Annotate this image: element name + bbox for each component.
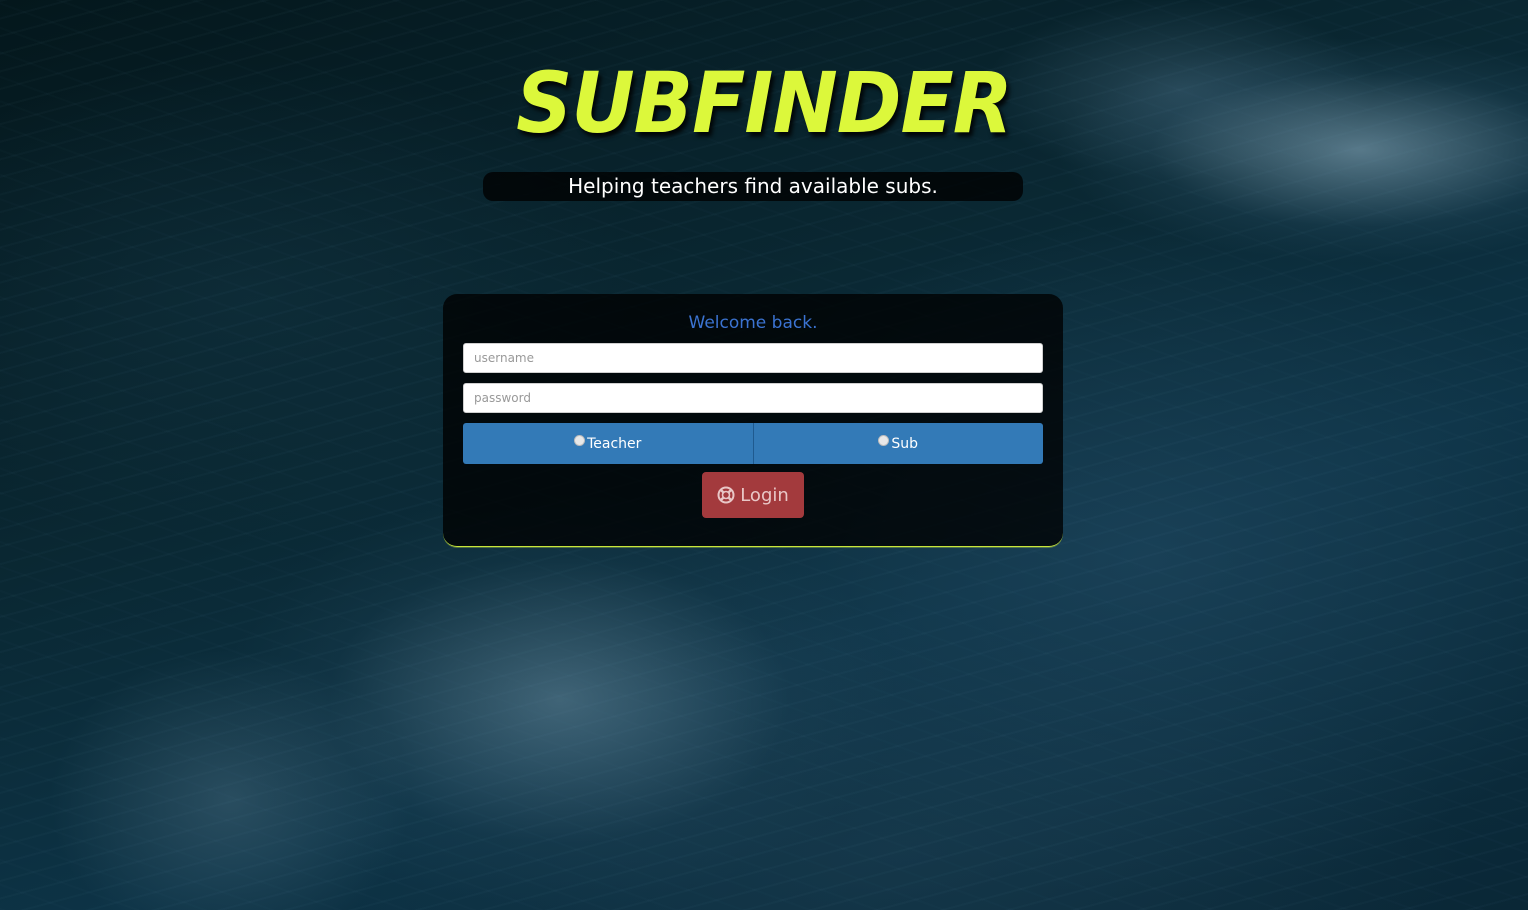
login-panel: Welcome back. Teacher Sub Login	[443, 294, 1063, 547]
role-sub-button[interactable]: Sub	[752, 423, 1043, 464]
login-button-label: Login	[740, 484, 789, 506]
login-button[interactable]: Login	[702, 472, 804, 518]
role-teacher-button[interactable]: Teacher	[463, 423, 753, 464]
app-logo: SUBFINDER	[516, 55, 1013, 153]
username-input[interactable]	[463, 343, 1043, 373]
tagline: Helping teachers find available subs.	[483, 172, 1023, 201]
teacher-radio[interactable]	[574, 435, 586, 446]
password-input[interactable]	[463, 383, 1043, 413]
role-sub-label: Sub	[891, 435, 919, 452]
welcome-message: Welcome back.	[688, 313, 818, 333]
role-teacher-label: Teacher	[587, 435, 642, 452]
sub-radio[interactable]	[878, 435, 890, 446]
lifebuoy-icon	[717, 486, 735, 504]
role-selector: Teacher Sub	[463, 423, 1043, 464]
